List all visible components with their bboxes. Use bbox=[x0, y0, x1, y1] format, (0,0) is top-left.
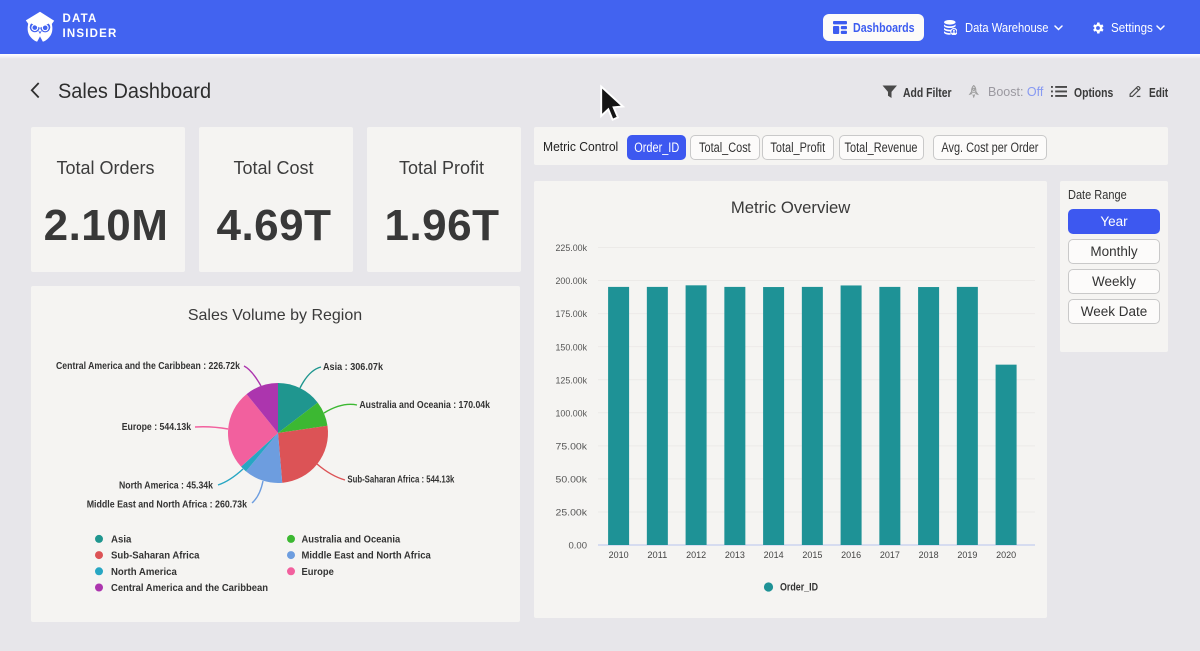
svg-text:200.00k: 200.00k bbox=[556, 276, 588, 287]
svg-text:225.00k: 225.00k bbox=[556, 243, 588, 254]
svg-text:175.00k: 175.00k bbox=[556, 309, 588, 320]
svg-text:North America: North America bbox=[111, 567, 177, 578]
svg-text:Sales Volume by Region: Sales Volume by Region bbox=[188, 307, 362, 324]
svg-text:Europe : 544.13k: Europe : 544.13k bbox=[122, 422, 192, 433]
svg-text:50.00k: 50.00k bbox=[556, 474, 588, 485]
svg-text:2019: 2019 bbox=[957, 550, 977, 561]
svg-text:100.00k: 100.00k bbox=[556, 408, 588, 419]
svg-text:2014: 2014 bbox=[764, 550, 784, 561]
svg-text:Asia: Asia bbox=[111, 535, 132, 546]
svg-text:Sub-Saharan Africa : 544.13k: Sub-Saharan Africa : 544.13k bbox=[347, 475, 454, 486]
svg-text:Central America and the Caribb: Central America and the Caribbean : 226.… bbox=[56, 361, 240, 372]
svg-text:Order_ID: Order_ID bbox=[780, 582, 818, 594]
svg-text:Australia and Oceania : 170.04: Australia and Oceania : 170.04k bbox=[359, 400, 490, 411]
svg-text:Middle East and North Africa: Middle East and North Africa bbox=[302, 551, 432, 562]
svg-text:2016: 2016 bbox=[841, 550, 861, 561]
svg-text:Middle East and North Africa :: Middle East and North Africa : 260.73k bbox=[87, 500, 248, 511]
svg-text:2011: 2011 bbox=[647, 550, 667, 561]
svg-text:North America : 45.34k: North America : 45.34k bbox=[119, 481, 213, 492]
svg-text:Central America and the Caribb: Central America and the Caribbean bbox=[111, 583, 268, 594]
svg-text:2018: 2018 bbox=[919, 550, 939, 561]
svg-text:2010: 2010 bbox=[609, 550, 629, 561]
svg-text:150.00k: 150.00k bbox=[556, 342, 588, 353]
svg-text:2017: 2017 bbox=[880, 550, 900, 561]
svg-text:2012: 2012 bbox=[686, 550, 706, 561]
svg-text:2013: 2013 bbox=[725, 550, 745, 561]
svg-text:2015: 2015 bbox=[802, 550, 822, 561]
svg-text:Australia and Oceania: Australia and Oceania bbox=[302, 535, 401, 546]
svg-text:25.00k: 25.00k bbox=[556, 508, 588, 519]
svg-text:Asia : 306.07k: Asia : 306.07k bbox=[323, 362, 383, 373]
svg-text:Sub-Saharan Africa: Sub-Saharan Africa bbox=[111, 551, 200, 562]
svg-text:125.00k: 125.00k bbox=[556, 375, 588, 386]
svg-text:2020: 2020 bbox=[996, 550, 1016, 561]
svg-text:Metric Overview: Metric Overview bbox=[731, 199, 851, 217]
svg-text:0.00: 0.00 bbox=[569, 541, 588, 552]
svg-text:75.00k: 75.00k bbox=[556, 441, 588, 452]
svg-text:Europe: Europe bbox=[302, 567, 335, 578]
